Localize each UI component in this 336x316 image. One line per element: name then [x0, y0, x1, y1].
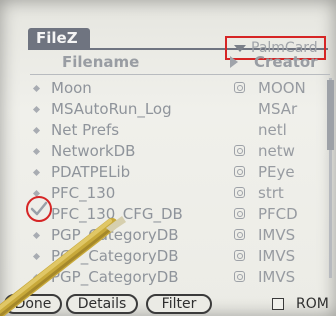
file-creator: strt	[258, 184, 284, 202]
file-row[interactable]: PGP_CategoryDB IMVS	[0, 267, 336, 288]
file-name: PDATPELib	[51, 163, 131, 181]
diamond-icon	[32, 168, 41, 177]
app-icon	[234, 250, 245, 261]
file-creator: IMVS	[258, 268, 296, 286]
app-icon	[234, 82, 245, 93]
file-name: MSAutoRun_Log	[51, 100, 172, 118]
palm-screen: FileZ PalmCard Filename Creator Moon MOO…	[0, 0, 336, 316]
diamond-icon	[32, 273, 41, 282]
app-icon	[234, 166, 245, 177]
triangle-down-icon	[234, 45, 246, 52]
diamond-icon	[32, 231, 41, 240]
file-name: PGP_CategoryDB	[51, 226, 179, 244]
scrollbar-thumb[interactable]	[327, 80, 334, 150]
column-header-creator[interactable]: Creator	[254, 50, 318, 74]
file-creator: netl	[258, 121, 287, 139]
triangle-right-icon[interactable]	[230, 56, 238, 68]
file-creator: IMVS	[258, 247, 296, 265]
app-title: FileZ	[28, 28, 90, 48]
done-button[interactable]: Done	[4, 294, 62, 314]
file-creator: PEye	[258, 163, 295, 181]
file-name: NetworkDB	[51, 142, 136, 160]
app-icon	[234, 229, 245, 240]
file-row[interactable]: Moon MOON	[0, 78, 336, 99]
app-icon	[234, 271, 245, 282]
file-name: PFC_130	[51, 184, 116, 202]
file-list: Moon MOON MSAutoRun_Log MSAr Net Prefs n…	[0, 78, 336, 288]
diamond-icon	[32, 105, 41, 114]
diamond-icon	[32, 252, 41, 261]
palm-device-photo: FileZ PalmCard Filename Creator Moon MOO…	[0, 0, 336, 316]
file-row[interactable]: PGP_CategoryDB IMVS	[0, 225, 336, 246]
file-row[interactable]: PGP_CategoryDB IMVS	[0, 246, 336, 267]
title-bar: FileZ PalmCard	[0, 20, 336, 60]
rom-checkbox[interactable]	[272, 298, 284, 310]
file-name: PGP_CategoryDB	[51, 247, 179, 265]
app-icon	[234, 187, 245, 198]
diamond-icon	[32, 84, 41, 93]
file-name: Net Prefs	[51, 121, 120, 139]
file-creator: MOON	[258, 79, 306, 97]
rom-label: ROM	[296, 296, 329, 312]
diamond-icon	[32, 147, 41, 156]
file-row[interactable]: PFC_130 strt	[0, 183, 336, 204]
file-row[interactable]: Net Prefs netl	[0, 120, 336, 141]
file-creator: MSAr	[258, 100, 298, 118]
file-name: PGP_CategoryDB	[51, 268, 179, 286]
diamond-icon	[32, 126, 41, 135]
button-bar: Done Details Filter ROM	[0, 292, 336, 316]
file-row[interactable]: PDATPELib PEye	[0, 162, 336, 183]
file-row[interactable]: NetworkDB netw	[0, 141, 336, 162]
file-creator: netw	[258, 142, 295, 160]
file-name: PFC_130_CFG_DB	[51, 205, 183, 223]
header-divider	[30, 74, 330, 75]
app-icon	[234, 145, 245, 156]
filter-button[interactable]: Filter	[146, 294, 212, 314]
file-row[interactable]: MSAutoRun_Log MSAr	[0, 99, 336, 120]
app-icon	[234, 208, 245, 219]
details-button[interactable]: Details	[66, 294, 138, 314]
file-creator: IMVS	[258, 226, 296, 244]
file-name: Moon	[51, 79, 92, 97]
checkmark-icon	[26, 196, 52, 222]
column-header-filename[interactable]: Filename	[62, 50, 139, 74]
file-creator: PFCD	[258, 205, 298, 223]
